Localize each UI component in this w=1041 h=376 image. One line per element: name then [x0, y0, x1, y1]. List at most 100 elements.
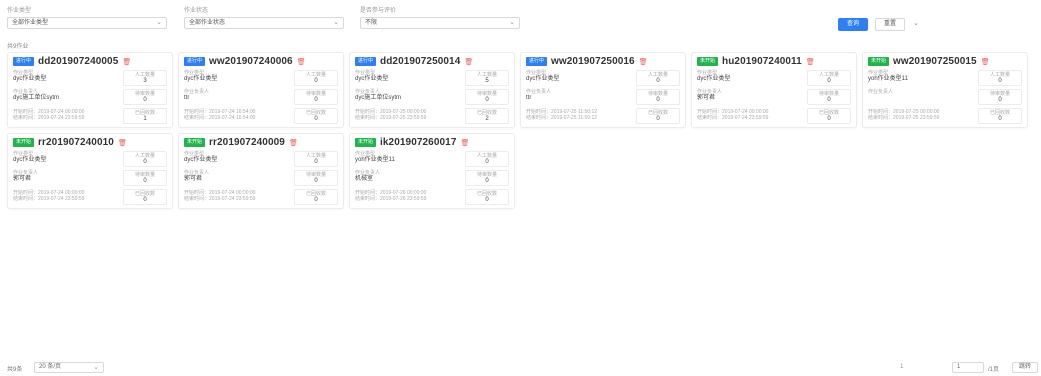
job-title[interactable]: hu201907240011	[722, 56, 802, 67]
cancelled-label: 已回收数	[134, 191, 155, 197]
job-card[interactable]: 进行中 ww201907250016 🗑 作业类型 dyc作业类型 作业负责人 ttr 开始时…	[520, 52, 686, 128]
status-badge: 未开始	[355, 138, 377, 147]
cancelled-value: 0	[314, 116, 318, 122]
job-card[interactable]: 进行中 dd201907240005 🗑 作业类型 dyc作业类型 作业负责人 dyc施工单…	[7, 52, 173, 128]
participants-value: 0	[143, 159, 147, 165]
job-title[interactable]: ww201907240006	[209, 56, 293, 67]
page-jump-input[interactable]: 1	[952, 362, 984, 373]
completed-value: 0	[143, 97, 147, 103]
job-card[interactable]: 未开始 ik201907260017 🗑 作业类型 yoh作业类型11 作业负责人 机械室开…	[349, 133, 515, 209]
trash-icon[interactable]: 🗑	[118, 139, 127, 147]
status-filter-label: 作业状态	[184, 8, 209, 14]
completed-stat: 待审数量 0	[636, 89, 680, 105]
chevron-down-icon: ⌄	[333, 19, 339, 26]
participants-value: 5	[485, 78, 489, 84]
time-range: 开始时间：2019-07-24 00:00:00 结束时间：2019-07-24 …	[13, 109, 117, 121]
go-button[interactable]: 跳转	[1012, 362, 1038, 373]
completed-stat: 待审数量 0	[978, 89, 1022, 105]
participants-label: 人工数量	[647, 72, 668, 78]
cancelled-value: 1	[143, 116, 147, 122]
card-header: 未开始 rr201907240010 🗑	[13, 137, 127, 148]
job-card[interactable]: 进行中 ww201907240006 🗑 作业类型 dyc作业类型 作业负责人 ttr 开始时…	[178, 52, 344, 128]
completed-value: 0	[656, 97, 660, 103]
participate-filter-label: 是否参与评价	[360, 8, 397, 14]
chevron-down-icon[interactable]: ⌄	[911, 18, 921, 31]
end-time-label: 结束时间：	[868, 115, 894, 121]
job-title[interactable]: dd201907240005	[38, 56, 118, 67]
completed-stat: 待审数量 0	[294, 170, 338, 186]
card-header: 进行中 dd201907240005 🗑	[13, 56, 131, 67]
job-type-value: dyc作业类型	[697, 76, 731, 82]
job-card[interactable]: 未开始 rr201907240009 🗑 作业类型 dyc作业类型 作业负责人 郭可君 开始时…	[178, 133, 344, 209]
type-select-value: 全部作业类型	[12, 20, 49, 26]
participants-stat: 人工数量 0	[636, 70, 680, 86]
job-type-field: 作业类型 dyc作业类型	[697, 70, 801, 83]
end-time-value: 2019-07-24 23:59:59	[38, 196, 85, 202]
pagination: 共9条 20 条/页 ⌄ 1 1 /1页 跳转	[7, 362, 1038, 374]
cancelled-value: 0	[827, 116, 831, 122]
participants-label: 人工数量	[818, 72, 839, 78]
job-title[interactable]: dd201907250014	[380, 56, 460, 67]
completed-value: 0	[314, 178, 318, 184]
trash-icon[interactable]: 🗑	[639, 58, 648, 66]
page-size-select[interactable]: 20 条/页 ⌄	[34, 362, 104, 373]
job-title[interactable]: rr201907240010	[38, 137, 114, 148]
total-count: 共9作业	[7, 44, 29, 50]
participants-value: 0	[827, 78, 831, 84]
participants-stat: 人工数量 0	[123, 151, 167, 167]
type-select[interactable]: 全部作业类型 ⌄	[7, 17, 167, 29]
query-button[interactable]: 查询	[838, 18, 868, 31]
job-title[interactable]: ik201907260017	[380, 137, 456, 148]
end-time-value: 2019-07-26 23:59:59	[380, 196, 427, 202]
completed-label: 待审数量	[305, 91, 326, 97]
time-range: 开始时间：2019-07-25 00:00:00 结束时间：2019-07-25 …	[868, 109, 972, 121]
job-type-value: yoh作业类型11	[355, 157, 395, 163]
owner-value	[868, 95, 972, 102]
reset-button[interactable]: 重置	[875, 18, 905, 31]
cancelled-label: 已回收数	[818, 110, 839, 116]
cancelled-stat: 已回收数 0	[294, 108, 338, 124]
job-type-field: 作业类型 dyc作业类型	[13, 151, 117, 164]
job-type-field: 作业类型 dyc作业类型	[13, 70, 117, 83]
status-select[interactable]: 全部作业状态 ⌄	[184, 17, 344, 29]
owner-value: 郭可君	[184, 176, 203, 182]
owner-field: 作业负责人 dyc施工单位sytm	[13, 89, 117, 102]
completed-value: 0	[314, 97, 318, 103]
completed-stat: 待审数量 0	[807, 89, 851, 105]
trash-icon[interactable]: 🗑	[464, 58, 473, 66]
job-card[interactable]: 未开始 hu201907240011 🗑 作业类型 dyc作业类型 作业负责人 郭可君 开始时…	[691, 52, 857, 128]
page-number[interactable]: 1	[900, 364, 903, 370]
card-header: 进行中 ww201907250016 🗑	[526, 56, 648, 67]
card-header: 未开始 rr201907240009 🗑	[184, 137, 298, 148]
completed-label: 待审数量	[647, 91, 668, 97]
status-badge: 未开始	[868, 57, 890, 66]
cancelled-label: 已回收数	[305, 110, 326, 116]
time-range: 开始时间：2019-07-24 16:54:00 结束时间：2019-07-24 …	[184, 109, 288, 121]
participate-select[interactable]: 不限 ⌄	[360, 17, 520, 29]
status-filter: 作业状态 全部作业状态 ⌄	[184, 6, 344, 29]
end-time: 结束时间：2019-07-24 23:59:59	[13, 115, 117, 121]
participate-select-value: 不限	[365, 20, 378, 26]
end-time-value: 2019-07-25 23:59:59	[893, 115, 940, 121]
trash-icon[interactable]: 🗑	[122, 58, 131, 66]
trash-icon[interactable]: 🗑	[461, 139, 470, 147]
status-select-value: 全部作业状态	[189, 20, 226, 26]
participants-value: 0	[314, 78, 318, 84]
time-range: 开始时间：2019-07-24 00:00:00 结束时间：2019-07-24 …	[184, 190, 288, 202]
end-time-value: 2019-07-25 11:50:12	[551, 115, 598, 121]
trash-icon[interactable]: 🗑	[981, 58, 990, 66]
job-title[interactable]: ww201907250015	[893, 56, 977, 67]
owner-value: dyc施工单位sytm	[355, 95, 402, 101]
job-title[interactable]: rr201907240009	[209, 137, 285, 148]
participants-stat: 人工数量 0	[807, 70, 851, 86]
job-card[interactable]: 未开始 rr201907240010 🗑 作业类型 dyc作业类型 作业负责人 郭可君 开始时…	[7, 133, 173, 209]
job-card[interactable]: 进行中 dd201907250014 🗑 作业类型 dyc作业类型 作业负责人 dyc施工单…	[349, 52, 515, 128]
cancelled-label: 已回收数	[305, 191, 326, 197]
job-type-field: 作业类型 dyc作业类型	[526, 70, 630, 83]
trash-icon[interactable]: 🗑	[806, 58, 815, 66]
job-card[interactable]: 未开始 ww201907250015 🗑 作业类型 yoh作业类型11 作业负责人 开始时间…	[862, 52, 1028, 128]
status-badge: 进行中	[184, 57, 206, 66]
job-title[interactable]: ww201907250016	[551, 56, 635, 67]
trash-icon[interactable]: 🗑	[297, 58, 306, 66]
trash-icon[interactable]: 🗑	[289, 139, 298, 147]
